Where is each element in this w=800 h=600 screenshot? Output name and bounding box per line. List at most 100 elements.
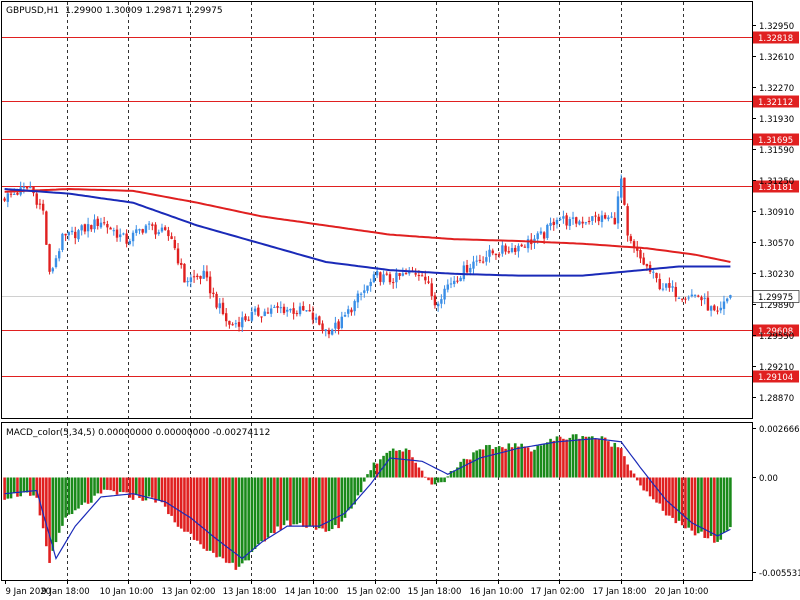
candle-bull [353, 301, 356, 312]
candle-bull [501, 245, 504, 254]
price-tick-label: 1.31250 [759, 177, 794, 187]
candle-bull [620, 178, 623, 198]
candle-bull [334, 322, 337, 329]
candle-bull [449, 283, 453, 285]
macd-bar-down [642, 477, 645, 491]
macd-bar-up [73, 477, 77, 511]
macd-bar-down [417, 467, 421, 478]
macd-bar-down [427, 477, 430, 481]
candle-bull [517, 245, 520, 252]
candle-bear [41, 203, 45, 211]
macd-bar-up [330, 477, 334, 530]
candle-bull [77, 230, 80, 240]
candle-bull [80, 225, 83, 231]
candle-bull [395, 272, 398, 283]
macd-bar-up [19, 477, 22, 497]
macd-bar-up [488, 444, 491, 478]
candle-bull [459, 277, 462, 282]
macd-bar-up [362, 477, 366, 482]
macd-bar-down [28, 477, 32, 496]
time-axis: 9 Jan 20209 Jan 18:00 10 Jan 10:00 13 Jan … [5, 580, 708, 597]
macd-bar-down [424, 476, 427, 478]
macd-bar-up [359, 477, 363, 493]
candle-bear [430, 283, 433, 296]
candle-bear [38, 203, 42, 205]
macd-bar-down [131, 477, 135, 500]
candle-bull [29, 186, 32, 189]
time-label: 16 Jan 10:00 [470, 587, 524, 597]
macd-axis: 0.0026667 0.00 -0.005531 [752, 425, 800, 579]
macd-bar-up [709, 477, 713, 536]
macd-bar-down [170, 477, 173, 516]
candle-bull [135, 229, 138, 233]
candle-bear [514, 247, 517, 252]
candle-bull [347, 309, 350, 314]
macd-bar-up [520, 443, 523, 478]
candle-bull [279, 307, 282, 309]
macd-bar-down [565, 439, 568, 478]
macd-bar-down [125, 477, 128, 493]
candle-bear [658, 278, 661, 290]
price-tick-label: 1.30570 [759, 239, 794, 249]
candle-bull [372, 274, 376, 283]
macd-bar-down [228, 477, 231, 564]
candle-bull [58, 251, 61, 259]
time-label: 13 Jan 02:00 [162, 587, 216, 597]
macd-bar-down [414, 462, 417, 478]
macd-bar-down [671, 477, 674, 518]
candle-bear [257, 307, 260, 316]
candle-bear [205, 271, 209, 278]
price-tick-label: 1.32270 [759, 84, 794, 94]
candle-bear [215, 293, 218, 308]
candle-bull [54, 258, 58, 268]
macd-bar-up [266, 477, 270, 538]
candle-bull [122, 233, 125, 235]
candle-bear [645, 263, 649, 267]
candle-bull [462, 265, 466, 280]
macd-bar-down [680, 477, 684, 526]
macd-bar-down [314, 477, 318, 530]
candle-bear [456, 280, 459, 282]
candle-bull [128, 241, 132, 244]
macd-bar-up [436, 477, 440, 483]
candle-bear [311, 312, 315, 320]
candle-bear [260, 316, 263, 318]
candle-bear [623, 177, 626, 205]
macd-bar-up [54, 477, 58, 543]
time-label: 15 Jan 02:00 [347, 587, 401, 597]
candle-bear [424, 276, 427, 281]
candle-bull [664, 283, 668, 288]
candle-bull [343, 315, 347, 317]
candle-bear [96, 218, 99, 226]
macd-bar-up [549, 438, 552, 478]
chart-canvas: 1.328181.321121.316951.311811.296081.291… [1, 1, 800, 597]
macd-bar-down [420, 470, 424, 478]
candle-bear [295, 313, 299, 315]
macd-bar-down [41, 477, 45, 529]
macd-bar-down [109, 477, 112, 491]
macd-bar-down [619, 448, 623, 478]
macd-bar-down [645, 477, 649, 492]
candle-bear [302, 305, 305, 311]
macd-bar-up [157, 477, 161, 501]
candle-bull [314, 317, 318, 320]
macd-bar-up [719, 477, 723, 540]
macd-bar-up [77, 477, 80, 509]
macd-bar-down [652, 477, 655, 500]
macd-bar-up [32, 477, 35, 496]
candle-bull [687, 297, 690, 299]
candle-bear [35, 193, 38, 205]
macd-bar-up [446, 476, 450, 478]
candle-bear [716, 310, 719, 312]
macd-bar-down [86, 477, 90, 504]
macd-bar-down [395, 450, 398, 478]
candle-bull [263, 311, 266, 317]
time-label: 10 Jan 10:00 [100, 587, 154, 597]
candle-bear [388, 274, 392, 283]
candle-bull [186, 281, 189, 283]
candle-bull [144, 225, 148, 233]
candle-bull [558, 218, 562, 221]
candle-bull [369, 281, 372, 287]
candle-bull [600, 215, 604, 222]
macd-bar-down [517, 446, 520, 478]
